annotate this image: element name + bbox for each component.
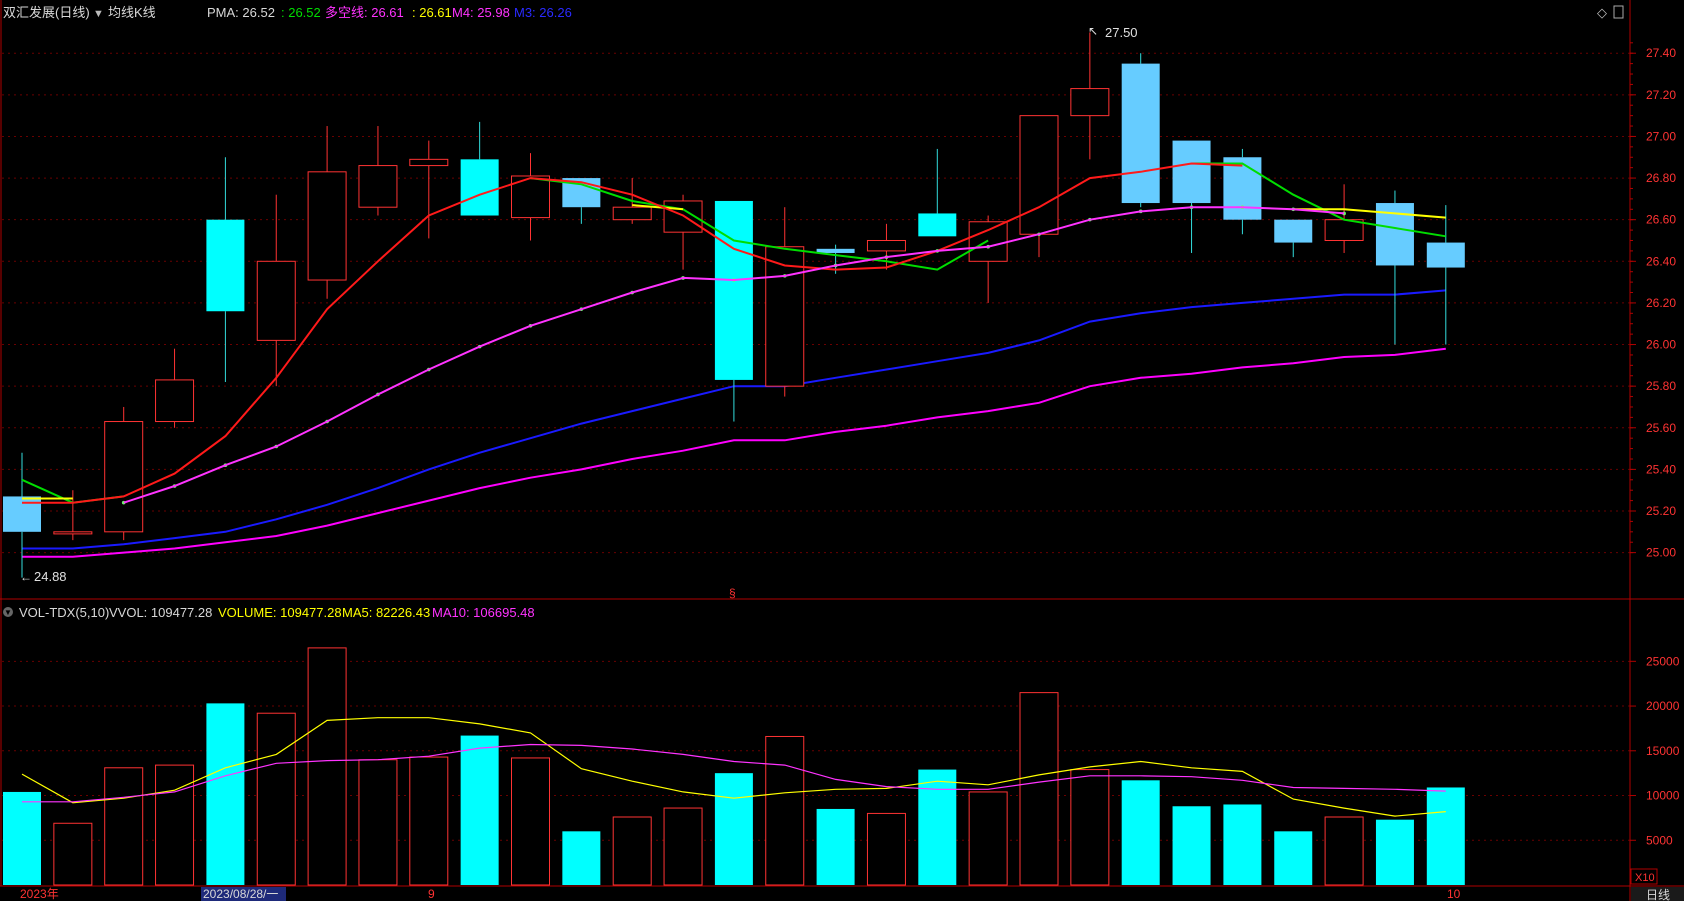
- price-tick-label: 27.40: [1646, 46, 1676, 60]
- price-tick-label: 25.40: [1646, 462, 1676, 476]
- indicator-label[interactable]: 均线K线: [108, 5, 156, 20]
- period-tab[interactable]: 日线: [1646, 888, 1670, 901]
- candle-body-down[interactable]: [918, 213, 957, 237]
- candle-body-up[interactable]: [1070, 88, 1110, 117]
- vvol-label: VVOL: 109477.28: [109, 605, 212, 620]
- volume-bar-down[interactable]: [1375, 819, 1414, 885]
- kline-chart[interactable]: 25.00 25.20 25.40 25.60 25.80 26.00 26.20 26.40…: [0, 0, 1684, 901]
- volume-bar-down[interactable]: [460, 735, 499, 885]
- volume-bar-down[interactable]: [1274, 831, 1313, 885]
- candle-body-down[interactable]: [460, 159, 499, 216]
- volume-tick-label: 20000: [1646, 699, 1680, 713]
- candle-body-down[interactable]: [714, 200, 753, 380]
- candle-body-up[interactable]: [307, 171, 347, 281]
- candle-body-up[interactable]: [155, 379, 195, 423]
- candle-body-down[interactable]: [1172, 140, 1211, 204]
- volume-bar-up[interactable]: [104, 767, 144, 886]
- ma5-label: MA5: 82226.43: [342, 605, 430, 620]
- candle-body-up[interactable]: [866, 239, 906, 252]
- volume-bar-down[interactable]: [1172, 806, 1211, 885]
- chart-background: [0, 0, 1684, 901]
- duokong-value-yellow: : 26.61: [412, 5, 452, 20]
- price-tick-label: 27.20: [1646, 88, 1676, 102]
- price-tick-label: 25.60: [1646, 421, 1676, 435]
- volume-bar-down[interactable]: [562, 831, 601, 885]
- volume-bar-up[interactable]: [968, 791, 1008, 886]
- price-tick-label: 27.00: [1646, 129, 1676, 143]
- price-tick-label: 26.60: [1646, 213, 1676, 227]
- volume-bar-up[interactable]: [155, 764, 195, 886]
- volume-bar-up[interactable]: [612, 816, 652, 886]
- volume-bar-up[interactable]: [663, 807, 703, 886]
- ma10-label: MA10: 106695.48: [432, 605, 535, 620]
- volume-tick-label: 25000: [1646, 654, 1680, 668]
- candle-body-up[interactable]: [409, 158, 449, 167]
- volume-bar-down[interactable]: [714, 773, 753, 885]
- candle-body-up[interactable]: [104, 421, 144, 533]
- volume-bar-down[interactable]: [816, 808, 855, 885]
- volume-tick-label: 15000: [1646, 744, 1680, 758]
- price-tick-label: 25.20: [1646, 504, 1676, 518]
- candle-body-up[interactable]: [1019, 115, 1059, 235]
- xaxis-label-10: 10: [1447, 887, 1461, 901]
- candle-body-up[interactable]: [358, 165, 398, 208]
- volume-bar-up[interactable]: [1070, 769, 1110, 886]
- high-price-label: 27.50: [1105, 25, 1138, 40]
- volume-bar-up[interactable]: [511, 757, 550, 886]
- volume-bar-up[interactable]: [409, 756, 449, 886]
- volume-bar-down[interactable]: [3, 791, 41, 885]
- price-tick-label: 26.00: [1646, 338, 1676, 352]
- pma-value-green: : 26.52: [281, 5, 321, 20]
- low-price-label: 24.88: [34, 569, 67, 584]
- xaxis-label-9: 9: [428, 887, 435, 901]
- price-tick-label: 26.40: [1646, 254, 1676, 268]
- volume-bar-up[interactable]: [866, 812, 906, 886]
- dropdown-arrow-icon[interactable]: ▼: [93, 8, 104, 20]
- low-price-arrow: ←: [20, 570, 32, 584]
- price-tick-label: 25.00: [1646, 546, 1676, 560]
- candle-body-up[interactable]: [256, 260, 296, 341]
- pma-label: PMA: 26.52: [207, 5, 275, 20]
- candle-body-down[interactable]: [1121, 63, 1160, 204]
- volume-bar-up[interactable]: [53, 822, 93, 886]
- high-price-arrow: ↖: [1088, 24, 1098, 38]
- volume-bar-up[interactable]: [358, 759, 398, 886]
- xaxis-label-date: 2023/08/28/一: [203, 887, 278, 901]
- m4-label: M4: 25.98: [452, 5, 510, 20]
- multiplier-label: X10: [1635, 872, 1655, 884]
- volume-bar-down[interactable]: [1121, 780, 1160, 885]
- price-tick-label: 25.80: [1646, 379, 1676, 393]
- candle-body-down[interactable]: [1426, 242, 1465, 268]
- volume-bar-down[interactable]: [206, 703, 245, 885]
- vol-indicator-name[interactable]: VOL-TDX(5,10): [19, 605, 109, 620]
- m3-label: M3: 26.26: [514, 5, 572, 20]
- stock-title[interactable]: 双汇发展(日线): [3, 5, 90, 20]
- candle-body-up[interactable]: [765, 246, 805, 387]
- candle-body-up[interactable]: [612, 206, 652, 221]
- candle-body-down[interactable]: [1223, 157, 1262, 220]
- vol-dropdown-arrow: ▼: [4, 608, 12, 617]
- candle-body-down[interactable]: [816, 248, 855, 253]
- xaxis-label-year: 2023年: [20, 887, 59, 901]
- volume-bar-up[interactable]: [1324, 816, 1364, 886]
- volume-bar-down[interactable]: [1223, 804, 1262, 885]
- volume-bar-up[interactable]: [1019, 692, 1059, 886]
- duokong-label: 多空线: 26.61: [325, 5, 404, 20]
- volume-bar-down[interactable]: [918, 769, 957, 885]
- candle-body-down[interactable]: [206, 219, 245, 312]
- price-tick-label: 26.20: [1646, 296, 1676, 310]
- event-marker[interactable]: §: [729, 586, 736, 600]
- volume-bar-up[interactable]: [256, 712, 296, 886]
- volume-tick-label: 5000: [1646, 833, 1673, 847]
- price-tick-label: 26.80: [1646, 171, 1676, 185]
- diamond-icon[interactable]: ◇: [1597, 5, 1607, 20]
- volume-bar-up[interactable]: [307, 647, 347, 886]
- volume-bar-up[interactable]: [765, 735, 805, 886]
- candle-body-down[interactable]: [1274, 219, 1313, 243]
- candle-body-up[interactable]: [53, 531, 93, 535]
- volume-tick-label: 10000: [1646, 789, 1680, 803]
- volume-bar-down[interactable]: [1426, 787, 1465, 885]
- volume-label: VOLUME: 109477.28: [218, 605, 342, 620]
